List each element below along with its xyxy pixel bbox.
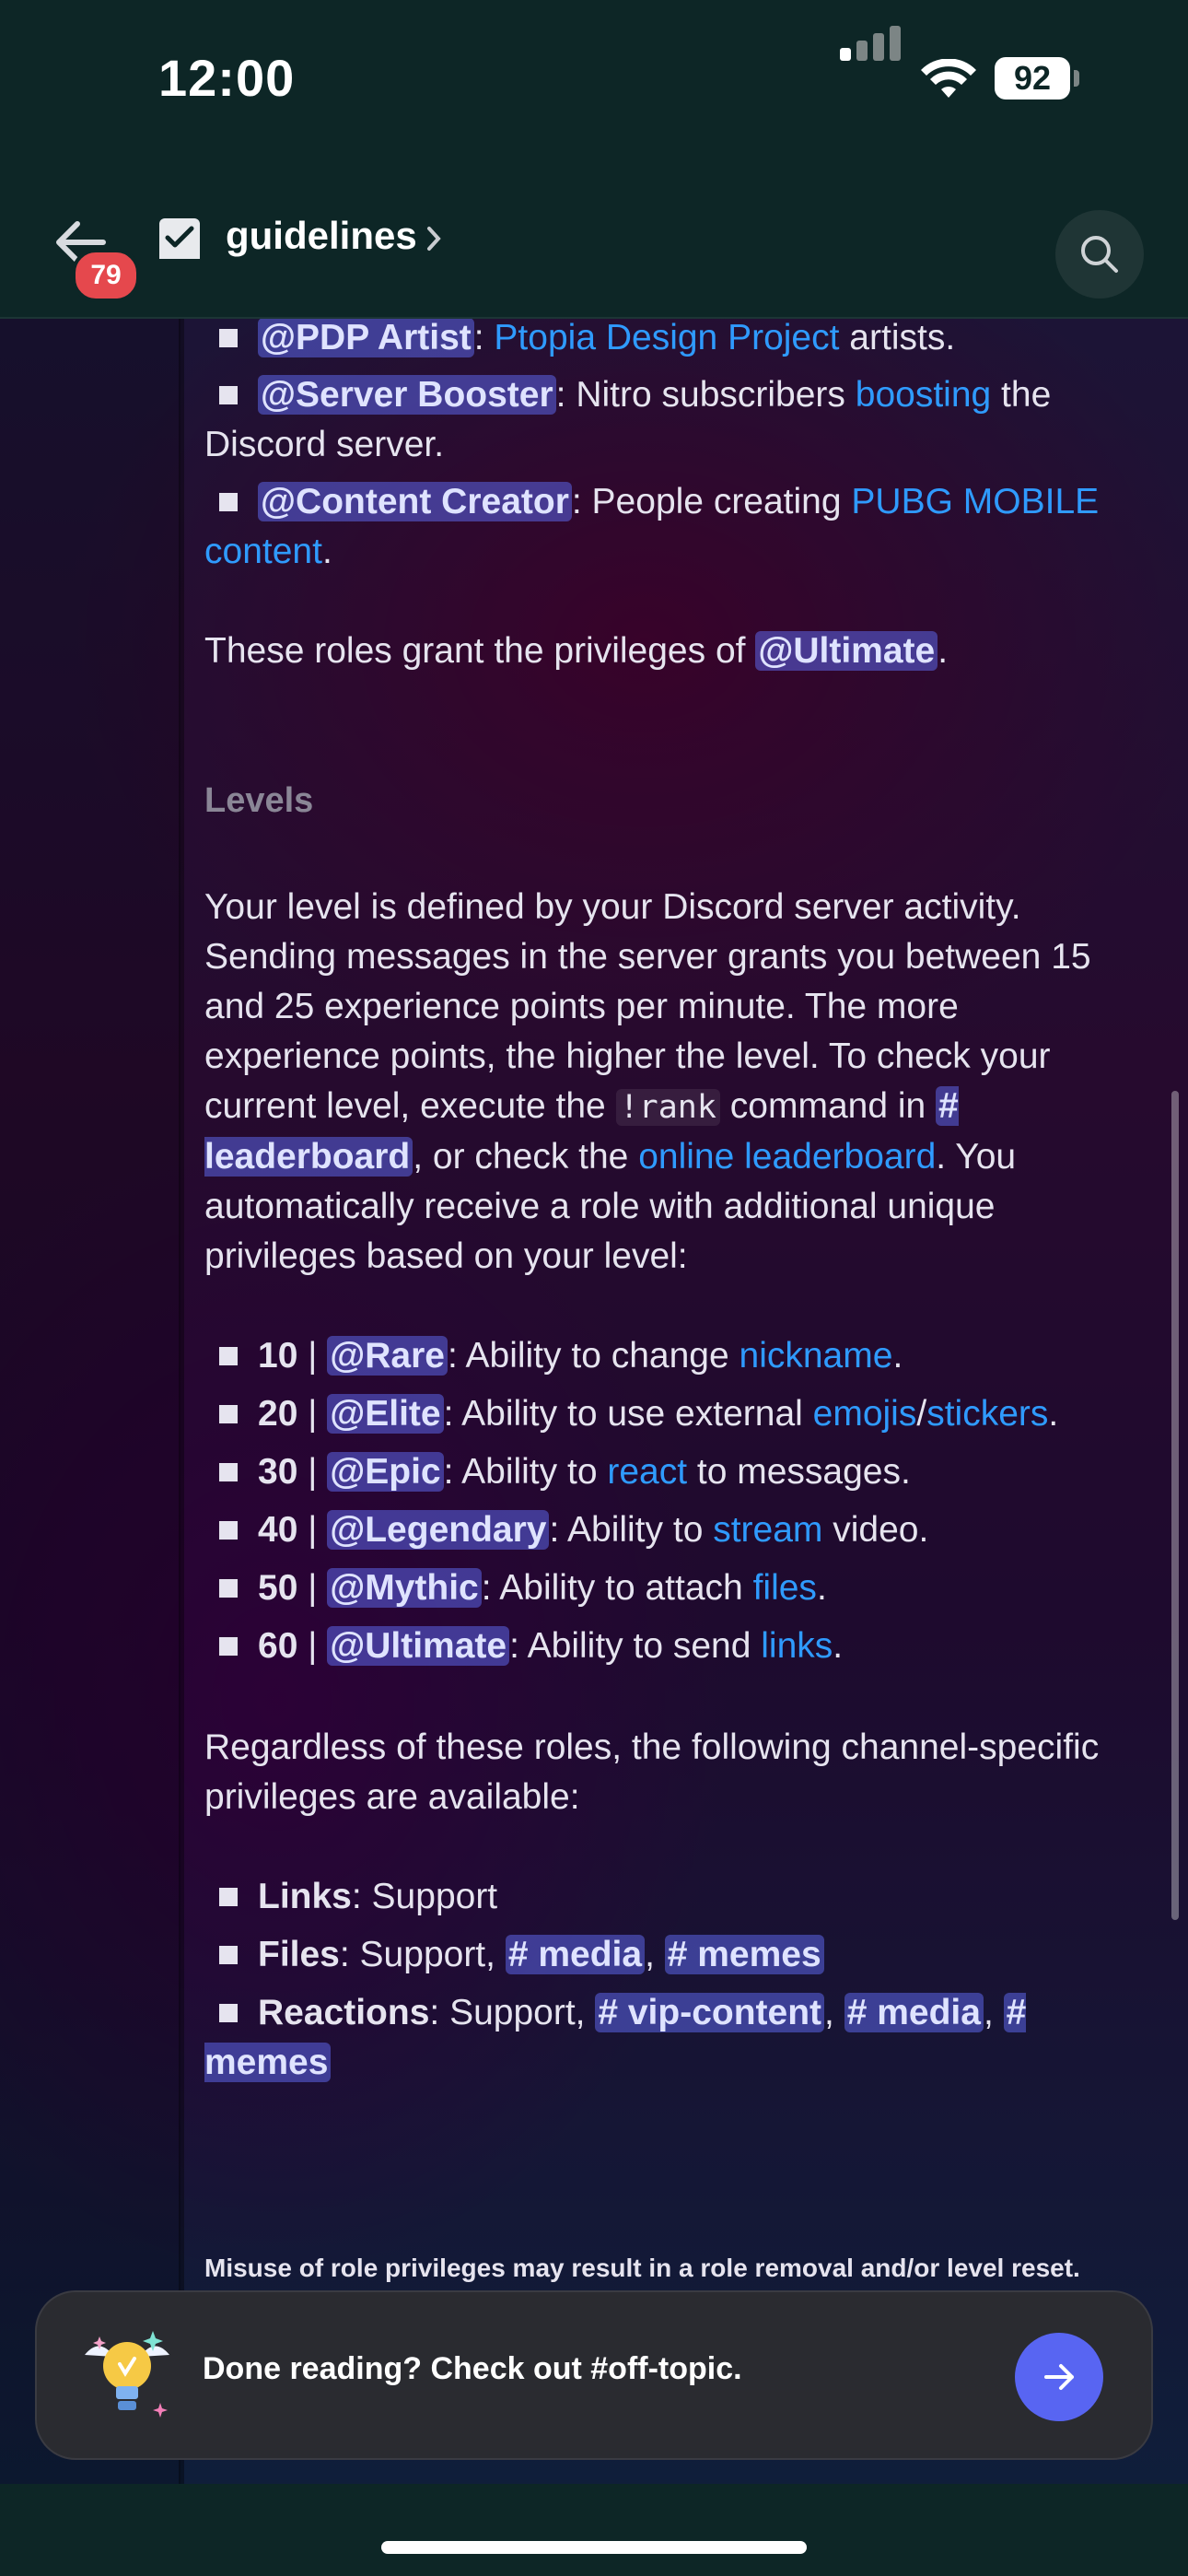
list-item: @Server Booster: Nitro subscribers boost… — [204, 375, 1052, 464]
channel-title[interactable]: guidelines — [226, 214, 417, 258]
scrollbar[interactable] — [1171, 1091, 1179, 1920]
go-to-channel-button[interactable] — [1015, 2333, 1103, 2421]
link[interactable]: react — [607, 1452, 687, 1492]
list-item: @PDP Artist: Ptopia Design Project artis… — [204, 319, 1135, 363]
message-content: @PDP Artist: Ptopia Design Project artis… — [0, 319, 1188, 2484]
guidelines-text: @PDP Artist: Ptopia Design Project artis… — [204, 319, 1135, 2088]
list-item: 10 | @Rare: Ability to change nickname. — [204, 1331, 1135, 1381]
list-item: @Content Creator: People creating PUBG M… — [204, 482, 1100, 571]
link[interactable]: links — [761, 1626, 833, 1666]
role-mention[interactable]: @Legendary — [327, 1510, 550, 1550]
list-item: 20 | @Elite: Ability to use external emo… — [204, 1389, 1135, 1439]
next-channel-prompt[interactable]: Done reading? Check out #off-topic. — [35, 2290, 1153, 2460]
role-mention[interactable]: @Elite — [327, 1394, 444, 1434]
list-item: 30 | @Epic: Ability to react to messages… — [204, 1447, 1135, 1497]
status-bar: 12:00 92 — [0, 0, 1188, 184]
channel-mention[interactable]: # media — [844, 1993, 984, 2032]
home-area — [0, 2484, 1188, 2576]
role-mention[interactable]: @Server Booster — [258, 375, 556, 415]
list-item: 50 | @Mythic: Ability to attach files. — [204, 1563, 1135, 1613]
level-list: 10 | @Rare: Ability to change nickname. … — [204, 1331, 1135, 1671]
channel-mention[interactable]: # memes — [664, 1935, 824, 1974]
home-indicator[interactable] — [381, 2541, 807, 2554]
link[interactable]: emojis — [813, 1394, 917, 1434]
section-heading: Levels — [204, 781, 314, 820]
inline-code: !rank — [615, 1089, 720, 1126]
role-mention[interactable]: @Ultimate — [327, 1626, 510, 1666]
list-item: Reactions: Support, # vip-content, # med… — [204, 1993, 1027, 2082]
gutter-divider — [179, 319, 184, 2484]
role-mention[interactable]: @Epic — [327, 1452, 444, 1492]
role-mention[interactable]: @Ultimate — [755, 631, 938, 671]
list-item: 60 | @Ultimate: Ability to send links. — [204, 1622, 1135, 1671]
link[interactable]: files — [753, 1568, 817, 1608]
channel-mention[interactable]: # media — [505, 1935, 646, 1974]
paragraph: Your level is defined by your Discord se… — [204, 887, 1091, 1276]
list-item: Files: Support, # media, # memes — [204, 1930, 1135, 1980]
wifi-icon — [921, 59, 976, 98]
role-mention[interactable]: @Content Creator — [258, 482, 572, 521]
paragraph: Regardless of these roles, the following… — [204, 1727, 1100, 1817]
channel-header: 79 guidelines — [0, 184, 1188, 319]
prompt-text: Done reading? Check out #off-topic. — [203, 2351, 742, 2386]
paragraph: These roles grant the privileges of @Ult… — [204, 631, 949, 671]
link[interactable]: stream — [713, 1510, 822, 1550]
lightbulb-icon — [85, 2331, 169, 2418]
privilege-list: Links: Support Files: Support, # media, … — [204, 1872, 1135, 2088]
list-item: 40 | @Legendary: Ability to stream video… — [204, 1505, 1135, 1555]
role-mention[interactable]: @PDP Artist — [258, 319, 474, 357]
chevron-right-icon[interactable] — [425, 225, 444, 252]
battery-level: 92 — [995, 57, 1070, 100]
link[interactable]: online leaderboard — [638, 1137, 936, 1177]
unread-badge: 79 — [72, 249, 140, 302]
channel-mention[interactable]: # vip-content — [595, 1993, 825, 2032]
search-icon — [1081, 236, 1118, 273]
link[interactable]: stickers — [926, 1394, 1048, 1434]
link[interactable]: nickname — [740, 1336, 893, 1376]
link[interactable]: boosting — [856, 375, 991, 415]
status-time: 12:00 — [158, 49, 296, 107]
gutter — [0, 319, 181, 2484]
channel-checklist-icon — [159, 218, 200, 259]
battery-icon — [1074, 70, 1079, 87]
list-item: Links: Support — [204, 1872, 1135, 1922]
search-button[interactable] — [1055, 210, 1144, 299]
role-mention[interactable]: @Mythic — [327, 1568, 482, 1608]
link[interactable]: Ptopia Design Project — [494, 319, 839, 357]
role-mention[interactable]: @Rare — [327, 1336, 448, 1376]
misuse-note: Misuse of role privileges may result in … — [204, 2254, 1080, 2282]
arrow-right-icon — [1044, 2364, 1074, 2390]
